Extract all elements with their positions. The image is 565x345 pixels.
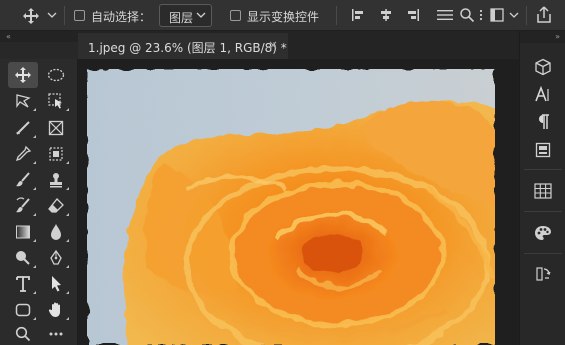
chevron-down-icon — [196, 8, 206, 25]
more-indicator — [66, 239, 69, 242]
path-select-tool[interactable] — [41, 271, 71, 297]
pen-tool[interactable] — [41, 245, 71, 271]
dodge-tool[interactable] — [8, 245, 38, 271]
show-transform-checkbox[interactable] — [230, 10, 241, 21]
brush-tool[interactable] — [8, 167, 38, 193]
properties-icon[interactable] — [530, 138, 556, 162]
divider — [64, 6, 65, 25]
more-indicator — [33, 239, 36, 242]
more-indicator — [33, 135, 36, 138]
object-select-tool[interactable] — [41, 88, 71, 114]
rose-photo — [87, 69, 495, 345]
history-brush-tool[interactable] — [8, 193, 38, 219]
chevron-down-icon[interactable] — [46, 8, 58, 22]
lasso-tool[interactable] — [8, 88, 38, 114]
more-indicator — [66, 317, 69, 320]
more-indicator — [33, 213, 36, 216]
divider — [524, 253, 562, 254]
more-indicator — [33, 161, 36, 164]
document-tab[interactable]: 1.jpeg @ 23.6% (图层 1, RGB/8) * × — [78, 33, 288, 59]
character-icon[interactable] — [530, 83, 556, 107]
divider — [524, 169, 562, 170]
more-tools[interactable] — [41, 321, 71, 345]
move-icon[interactable] — [20, 5, 42, 27]
eyedropper-tool[interactable] — [8, 141, 38, 167]
3d-cube-icon[interactable] — [530, 55, 556, 79]
divider — [524, 211, 562, 212]
frame-tool[interactable] — [41, 115, 71, 141]
more-options-icon[interactable] — [477, 6, 485, 24]
more-indicator — [33, 108, 36, 111]
type-tool[interactable] — [8, 271, 38, 297]
canvas-area[interactable] — [78, 59, 519, 345]
more-indicator — [66, 108, 69, 111]
brush-stroke-tool[interactable] — [8, 115, 38, 141]
distribute-icon[interactable] — [436, 6, 454, 24]
toolbar — [0, 59, 78, 345]
more-indicator — [66, 161, 69, 164]
paragraph-icon[interactable] — [530, 110, 556, 134]
divider — [336, 6, 337, 25]
collapse-left-button[interactable]: « — [0, 31, 78, 42]
options-bar: 自动选择： 图层 显示变换控件 — [0, 0, 565, 31]
more-indicator — [66, 265, 69, 268]
gradient-tool[interactable] — [8, 219, 38, 245]
more-indicator — [33, 291, 36, 294]
auto-select-target-value: 图层 — [169, 11, 194, 25]
collapse-right-button[interactable]: » — [520, 31, 565, 43]
align-center-icon[interactable] — [377, 6, 395, 24]
more-indicator — [33, 265, 36, 268]
frame-icon[interactable] — [488, 6, 506, 24]
hand-tool[interactable] — [41, 297, 71, 323]
zoom-tool[interactable] — [8, 321, 38, 345]
more-indicator — [66, 291, 69, 294]
canvas-image[interactable] — [87, 69, 495, 345]
history-icon[interactable] — [530, 262, 556, 286]
close-icon[interactable]: × — [268, 38, 278, 52]
move-tool[interactable] — [8, 62, 38, 88]
document-tab-bar: 1.jpeg @ 23.6% (图层 1, RGB/8) * × — [78, 31, 519, 59]
swatches-grid-icon[interactable] — [530, 179, 556, 203]
align-right-icon[interactable] — [404, 6, 422, 24]
search-icon[interactable] — [458, 6, 476, 24]
rectangle-tool[interactable] — [8, 297, 38, 323]
ellipse-marquee-tool[interactable] — [41, 62, 71, 88]
auto-select-label: 自动选择： — [91, 10, 152, 24]
more-indicator — [33, 317, 36, 320]
right-panel-strip: » — [519, 31, 565, 345]
eraser-tool[interactable] — [41, 193, 71, 219]
more-indicator — [33, 187, 36, 190]
document-tab-title: 1.jpeg @ 23.6% (图层 1, RGB/8) * — [88, 41, 287, 55]
divider — [526, 6, 527, 25]
stamp-tool[interactable] — [41, 167, 71, 193]
align-left-icon[interactable] — [349, 6, 367, 24]
more-indicator — [66, 213, 69, 216]
blur-tool[interactable] — [41, 219, 71, 245]
auto-select-checkbox[interactable] — [74, 10, 85, 21]
show-transform-label: 显示变换控件 — [247, 10, 320, 24]
chevron-down-icon[interactable] — [508, 8, 520, 22]
auto-select-target-dropdown[interactable]: 图层 — [159, 4, 212, 27]
healing-patch-tool[interactable] — [41, 141, 71, 167]
share-icon[interactable] — [533, 4, 555, 26]
more-indicator — [66, 187, 69, 190]
color-palette-icon[interactable] — [530, 221, 556, 245]
